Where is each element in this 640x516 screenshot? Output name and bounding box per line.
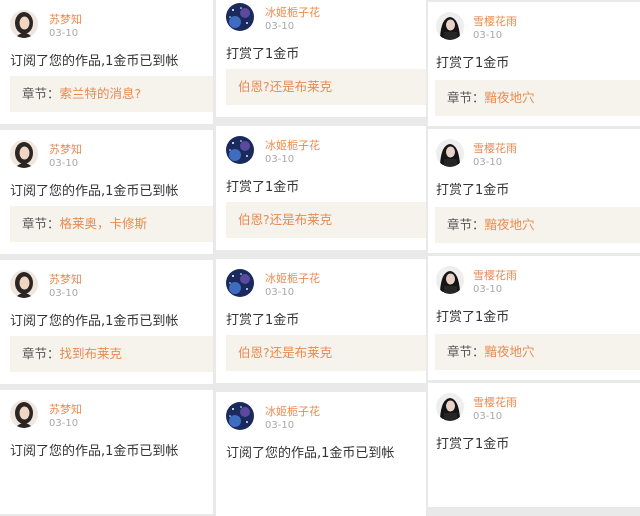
user-name[interactable]: 苏梦知	[49, 141, 82, 157]
notification-message: 打赏了1金币	[226, 313, 300, 328]
chapter-title[interactable]: 黯夜地穴	[485, 90, 535, 105]
chapter-title[interactable]: 伯恩?还是布莱克	[238, 345, 332, 360]
user-avatar-icon[interactable]	[226, 402, 254, 430]
user-name[interactable]: 冰姬栀子花	[265, 137, 320, 153]
notification-card[interactable]: 雪樱花雨 03-10 打赏了1金币章节：黯夜地穴	[428, 2, 640, 126]
chapter-title[interactable]: 索兰特的消息?	[60, 86, 142, 101]
user-name[interactable]: 冰姬栀子花	[265, 4, 320, 20]
user-avatar-icon[interactable]	[10, 270, 38, 298]
chapter-title[interactable]: 伯恩?还是布莱克	[238, 212, 332, 227]
timestamp: 03-10	[265, 154, 295, 165]
notification-message: 打赏了1金币	[436, 56, 510, 71]
user-name[interactable]: 雪樱花雨	[473, 394, 517, 410]
timestamp: 03-10	[473, 411, 503, 422]
timestamp: 03-10	[49, 418, 79, 429]
notification-card[interactable]: 苏梦知 03-10 订阅了您的作品,1金币已到帐章节：找到布莱克	[0, 260, 213, 384]
timestamp: 03-10	[49, 288, 79, 299]
user-name[interactable]: 雪樱花雨	[473, 140, 517, 156]
chapter-label: 章节：	[447, 217, 485, 232]
notification-message: 订阅了您的作品,1金币已到帐	[10, 54, 179, 69]
notification-card[interactable]: 冰姬栀子花 03-10 打赏了1金币伯恩?还是布莱克	[216, 126, 426, 250]
chapter-title[interactable]: 找到布莱克	[60, 346, 123, 361]
notification-message: 打赏了1金币	[436, 183, 510, 198]
notification-message: 打赏了1金币	[226, 180, 300, 195]
user-avatar-icon[interactable]	[436, 266, 464, 294]
chapter-link[interactable]: 章节：格莱奥，卡修斯	[10, 206, 213, 242]
notification-message: 订阅了您的作品,1金币已到帐	[226, 446, 395, 461]
user-name[interactable]: 苏梦知	[49, 11, 82, 27]
timestamp: 03-10	[265, 21, 295, 32]
timestamp: 03-10	[473, 30, 503, 41]
notification-card[interactable]: 冰姬栀子花 03-10 打赏了1金币伯恩?还是布莱克	[216, 0, 426, 117]
user-name[interactable]: 雪樱花雨	[473, 13, 517, 29]
chapter-title[interactable]: 伯恩?还是布莱克	[238, 79, 332, 94]
notification-card[interactable]: 雪樱花雨 03-10 打赏了1金币	[428, 383, 640, 507]
chapter-link[interactable]: 伯恩?还是布莱克	[226, 202, 426, 238]
user-name[interactable]: 苏梦知	[49, 271, 82, 287]
notification-message: 订阅了您的作品,1金币已到帐	[10, 184, 179, 199]
notification-message: 打赏了1金币	[226, 47, 300, 62]
chapter-link[interactable]: 伯恩?还是布莱克	[226, 69, 426, 105]
timestamp: 03-10	[49, 28, 79, 39]
notification-card[interactable]: 雪樱花雨 03-10 打赏了1金币章节：黯夜地穴	[428, 256, 640, 380]
chapter-link[interactable]: 章节：黯夜地穴	[435, 207, 640, 243]
notification-card[interactable]: 苏梦知 03-10 订阅了您的作品,1金币已到帐	[0, 390, 213, 514]
notification-message: 打赏了1金币	[436, 310, 510, 325]
user-avatar-icon[interactable]	[436, 393, 464, 421]
user-avatar-icon[interactable]	[226, 136, 254, 164]
user-name[interactable]: 冰姬栀子花	[265, 403, 320, 419]
user-name[interactable]: 雪樱花雨	[473, 267, 517, 283]
user-avatar-icon[interactable]	[436, 139, 464, 167]
notification-card[interactable]: 雪樱花雨 03-10 打赏了1金币章节：黯夜地穴	[428, 129, 640, 253]
chapter-link[interactable]: 章节：找到布莱克	[10, 336, 213, 372]
chapter-link[interactable]: 伯恩?还是布莱克	[226, 335, 426, 371]
chapter-label: 章节：	[447, 344, 485, 359]
chapter-label: 章节：	[22, 86, 60, 101]
notification-message: 订阅了您的作品,1金币已到帐	[10, 314, 179, 329]
notification-card[interactable]: 冰姬栀子花 03-10 订阅了您的作品,1金币已到帐	[216, 392, 426, 516]
user-name[interactable]: 冰姬栀子花	[265, 270, 320, 286]
timestamp: 03-10	[265, 287, 295, 298]
chapter-link[interactable]: 章节：黯夜地穴	[435, 334, 640, 370]
chapter-link[interactable]: 章节：索兰特的消息?	[10, 76, 213, 112]
timestamp: 03-10	[49, 158, 79, 169]
chapter-title[interactable]: 黯夜地穴	[485, 217, 535, 232]
timestamp: 03-10	[473, 284, 503, 295]
user-avatar-icon[interactable]	[436, 12, 464, 40]
notification-card[interactable]: 苏梦知 03-10 订阅了您的作品,1金币已到帐章节：索兰特的消息?	[0, 0, 213, 124]
chapter-label: 章节：	[22, 346, 60, 361]
notification-card[interactable]: 苏梦知 03-10 订阅了您的作品,1金币已到帐章节：格莱奥，卡修斯	[0, 130, 213, 254]
chapter-title[interactable]: 格莱奥，卡修斯	[60, 216, 148, 231]
user-avatar-icon[interactable]	[10, 10, 38, 38]
user-name[interactable]: 苏梦知	[49, 401, 82, 417]
user-avatar-icon[interactable]	[10, 140, 38, 168]
chapter-link[interactable]: 章节：黯夜地穴	[435, 80, 640, 116]
notification-message: 订阅了您的作品,1金币已到帐	[10, 444, 179, 459]
user-avatar-icon[interactable]	[10, 400, 38, 428]
user-avatar-icon[interactable]	[226, 269, 254, 297]
user-avatar-icon[interactable]	[226, 3, 254, 31]
chapter-title[interactable]: 黯夜地穴	[485, 344, 535, 359]
timestamp: 03-10	[265, 420, 295, 431]
chapter-label: 章节：	[22, 216, 60, 231]
chapter-label: 章节：	[447, 90, 485, 105]
timestamp: 03-10	[473, 157, 503, 168]
notification-card[interactable]: 冰姬栀子花 03-10 打赏了1金币伯恩?还是布莱克	[216, 259, 426, 383]
notification-message: 打赏了1金币	[436, 437, 510, 452]
